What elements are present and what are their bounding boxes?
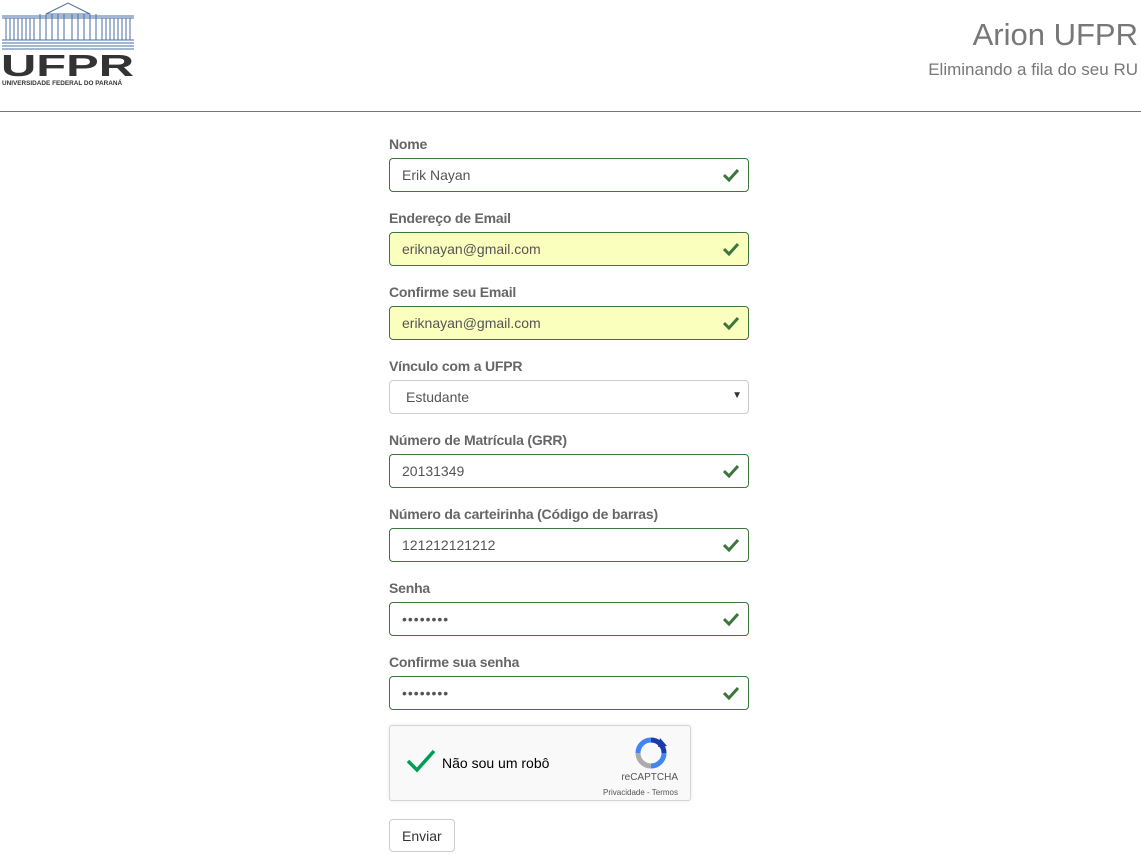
chevron-down-icon: ▼ <box>732 390 742 401</box>
recaptcha-brand: reCAPTCHA <box>621 772 678 783</box>
email-confirm-input[interactable] <box>390 307 702 339</box>
valid-check-icon <box>723 242 739 256</box>
senha-confirm-input[interactable] <box>390 677 702 709</box>
ufpr-logo: UFPR UNIVERSIDADE FEDERAL DO PARANÁ <box>0 0 136 92</box>
carteirinha-label: Número da carteirinha (Código de barras) <box>389 506 658 522</box>
email-input[interactable] <box>390 233 702 265</box>
valid-check-icon <box>723 168 739 182</box>
senha-confirm-label: Confirme sua senha <box>389 654 520 670</box>
senha-label: Senha <box>389 580 431 596</box>
vinculo-group: Vínculo com a UFPR Estudante ▼ <box>389 356 749 430</box>
nome-label: Nome <box>389 136 428 152</box>
carteirinha-group: Número da carteirinha (Código de barras) <box>389 504 749 578</box>
recaptcha-logo-icon <box>635 737 667 769</box>
valid-check-icon <box>723 686 739 700</box>
carteirinha-field-wrapper <box>389 528 749 562</box>
senha-confirm-field-wrapper <box>389 676 749 710</box>
matricula-group: Número de Matrícula (GRR) <box>389 430 749 504</box>
checkmark-icon <box>406 749 436 773</box>
email-confirm-label: Confirme seu Email <box>389 284 517 300</box>
site-tagline: Eliminando a fila do seu RU <box>928 60 1138 79</box>
matricula-field-wrapper <box>389 454 749 488</box>
signup-form: Nome Endereço de Email Confirme seu Emai… <box>389 134 749 726</box>
nome-input[interactable] <box>390 159 702 191</box>
email-group: Endereço de Email <box>389 208 749 282</box>
valid-check-icon <box>723 538 739 552</box>
carteirinha-input[interactable] <box>390 529 702 561</box>
email-confirm-group: Confirme seu Email <box>389 282 749 356</box>
senha-confirm-group: Confirme sua senha <box>389 652 749 726</box>
recaptcha-widget: Não sou um robô reCAPTCHA Privacidade - … <box>389 725 691 801</box>
logo-wordmark: UFPR <box>1 48 134 80</box>
email-confirm-field-wrapper <box>389 306 749 340</box>
recaptcha-label: Não sou um robô <box>442 755 550 771</box>
senha-input[interactable] <box>390 603 702 635</box>
recaptcha-checkbox[interactable] <box>406 748 436 774</box>
brand-block: Arion UFPR Eliminando a fila do seu RU <box>928 17 1138 80</box>
recaptcha-links[interactable]: Privacidade - Termos <box>603 788 678 797</box>
logo-caption: UNIVERSIDADE FEDERAL DO PARANÁ <box>2 80 123 87</box>
vinculo-selected-value: Estudante <box>406 389 470 405</box>
submit-button[interactable]: Enviar <box>389 819 455 852</box>
valid-check-icon <box>723 612 739 626</box>
vinculo-select[interactable]: Estudante ▼ <box>389 380 749 414</box>
header-divider <box>0 111 1141 112</box>
email-field-wrapper <box>389 232 749 266</box>
matricula-input[interactable] <box>390 455 702 487</box>
email-label: Endereço de Email <box>389 210 511 226</box>
nome-field-wrapper <box>389 158 749 192</box>
matricula-label: Número de Matrícula (GRR) <box>389 432 567 448</box>
senha-group: Senha <box>389 578 749 652</box>
senha-field-wrapper <box>389 602 749 636</box>
vinculo-label: Vínculo com a UFPR <box>389 358 523 374</box>
nome-group: Nome <box>389 134 749 208</box>
valid-check-icon <box>723 316 739 330</box>
ufpr-building-icon: UFPR <box>1 2 134 80</box>
valid-check-icon <box>723 464 739 478</box>
site-title: Arion UFPR <box>972 17 1138 52</box>
